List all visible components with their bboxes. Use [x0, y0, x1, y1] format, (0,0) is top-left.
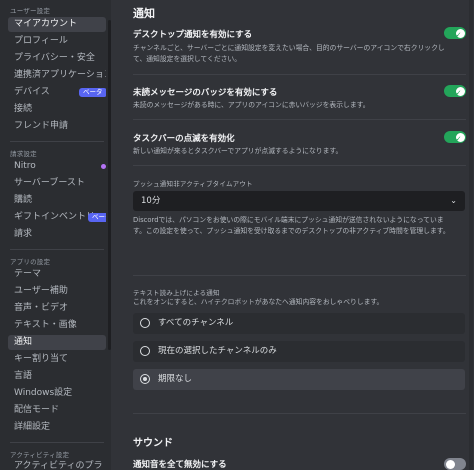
- tts-desc: これをオンにすると、ハイテクロボットがあなたへ通知内容をおしゃべりします。: [133, 298, 384, 306]
- sidebar-item-language[interactable]: 言語: [8, 369, 106, 384]
- sidebar-item-streamer-mode[interactable]: 配信モード: [8, 403, 106, 418]
- tts-label: テキスト読み上げによる通知: [133, 289, 220, 297]
- unread-badge-toggle[interactable]: ✓: [444, 85, 466, 97]
- check-icon: ✓: [455, 134, 462, 143]
- tts-option-label: 現在の選択したチャンネルのみ: [158, 346, 277, 356]
- sidebar-item-activity-privacy[interactable]: アクティビティのプラ: [8, 459, 106, 470]
- section-header-app-settings: アプリの設定: [10, 258, 51, 266]
- main-scrollbar[interactable]: [469, 0, 473, 470]
- sidebar-item-profile[interactable]: プロフィール: [8, 34, 106, 49]
- sidebar-item-advanced[interactable]: 詳細設定: [8, 420, 106, 435]
- desktop-notifications-title: デスクトップ通知を有効にする: [133, 30, 253, 40]
- sidebar-item-authorized-apps[interactable]: 連携済アプリケーション: [8, 68, 106, 83]
- sidebar-item-notifications[interactable]: 通知: [8, 335, 106, 350]
- afk-timeout-desc: Discordでは、パソコンをお使いの際にモバイル端末にプッシュ通知が送信されな…: [133, 216, 450, 235]
- unread-badge-desc: 未読のメッセージがある時に、アプリのアイコンに赤いバッジを表示します。: [133, 101, 370, 109]
- sidebar-item-friend-requests[interactable]: フレンド申請: [8, 119, 106, 134]
- sidebar-item-voice-video[interactable]: 音声・ビデオ: [8, 301, 106, 316]
- unread-badge-title: 未読メッセージのバッジを有効にする: [133, 88, 278, 98]
- sidebar-divider: [10, 141, 104, 142]
- divider: [133, 413, 466, 414]
- taskbar-flash-title: タスクバーの点滅を有効化: [133, 134, 235, 144]
- sidebar-item-devices[interactable]: デバイス ベータ: [8, 85, 106, 100]
- sidebar-item-subscriptions[interactable]: 購読: [8, 193, 106, 208]
- tts-option-never[interactable]: 期限なし: [133, 369, 465, 390]
- tts-option-label: すべてのチャンネル: [158, 318, 234, 328]
- sidebar-item-windows-settings[interactable]: Windows設定: [8, 386, 106, 401]
- nitro-icon: [101, 164, 106, 169]
- page-title: 通知: [133, 7, 155, 20]
- taskbar-flash-toggle[interactable]: ✓: [444, 131, 466, 143]
- taskbar-flash-desc: 新しい通知が来るとタスクバーでアプリが点滅するようになります。: [133, 147, 343, 155]
- beta-badge: ベータ: [88, 213, 106, 222]
- check-icon: ✓: [455, 30, 462, 39]
- sidebar-item-nitro[interactable]: Nitro: [8, 159, 106, 174]
- tts-option-all-channels[interactable]: すべてのチャンネル: [133, 313, 465, 334]
- sidebar-item-my-account[interactable]: マイアカウント: [8, 17, 106, 32]
- disable-all-sounds-title: 通知音を全て無効にする: [133, 460, 227, 470]
- sidebar-item-server-boost[interactable]: サーバーブースト: [8, 176, 106, 191]
- tts-option-current-channel[interactable]: 現在の選択したチャンネルのみ: [133, 341, 465, 362]
- divider: [133, 165, 466, 166]
- radio-circle-icon: [140, 346, 150, 356]
- disable-all-sounds-toggle[interactable]: [444, 458, 466, 470]
- toggle-knob: ✓: [455, 132, 465, 143]
- sidebar-item-connections[interactable]: 接続: [8, 102, 106, 117]
- chevron-down-icon: ⌄: [450, 196, 457, 205]
- toggle-knob: ✓: [455, 86, 465, 97]
- afk-timeout-select[interactable]: 10分 ⌄: [133, 191, 465, 211]
- sidebar-item-accessibility[interactable]: ユーザー補助: [8, 284, 106, 299]
- sidebar-item-appearance[interactable]: テーマ: [8, 267, 106, 282]
- sidebar-item-gift-inventory-label: ギフトインベントリ: [14, 212, 96, 222]
- radio-selected-icon: [140, 374, 150, 384]
- divider: [133, 275, 466, 276]
- sidebar-divider: [10, 249, 104, 250]
- sidebar-item-billing[interactable]: 請求: [8, 227, 106, 242]
- tts-option-label: 期限なし: [158, 374, 193, 384]
- sidebar-item-privacy-safety[interactable]: プライバシー・安全: [8, 51, 106, 66]
- afk-timeout-label: プッシュ通知非アクティブタイムアウト: [133, 180, 253, 188]
- afk-timeout-value: 10分: [141, 196, 161, 206]
- desktop-notifications-desc: チャンネルごと、サーバーごとに通知設定を変えたい場合、目的のサーバーのアイコンで…: [133, 44, 445, 63]
- sidebar-divider: [10, 442, 104, 443]
- divider: [133, 119, 466, 120]
- section-header-user-settings: ユーザー設定: [10, 7, 51, 15]
- beta-badge: ベータ: [79, 88, 106, 97]
- divider: [133, 74, 466, 75]
- toggle-knob: ✓: [455, 28, 465, 39]
- notifications-panel: 通知 デスクトップ通知を有効にする ✓ チャンネルごと、サーバーごとに通知設定を…: [111, 0, 474, 470]
- sidebar-item-nitro-label: Nitro: [14, 161, 36, 171]
- sidebar-item-devices-label: デバイス: [14, 87, 50, 97]
- desktop-notifications-toggle[interactable]: ✓: [444, 27, 466, 39]
- radio-circle-icon: [140, 318, 150, 328]
- toggle-knob: [445, 459, 455, 469]
- section-header-activity-settings: アクティビティ設定: [10, 451, 70, 459]
- sidebar-item-gift-inventory[interactable]: ギフトインベントリ ベータ: [8, 210, 106, 225]
- check-icon: ✓: [455, 88, 462, 97]
- sidebar-item-keybinds[interactable]: キー割り当て: [8, 352, 106, 367]
- sounds-section-title: サウンド: [133, 438, 173, 449]
- section-header-billing: 請求設定: [10, 150, 37, 158]
- settings-sidebar: ユーザー設定 マイアカウント プロフィール プライバシー・安全 連携済アプリケー…: [0, 0, 111, 470]
- sidebar-item-text-images[interactable]: テキスト・画像: [8, 318, 106, 333]
